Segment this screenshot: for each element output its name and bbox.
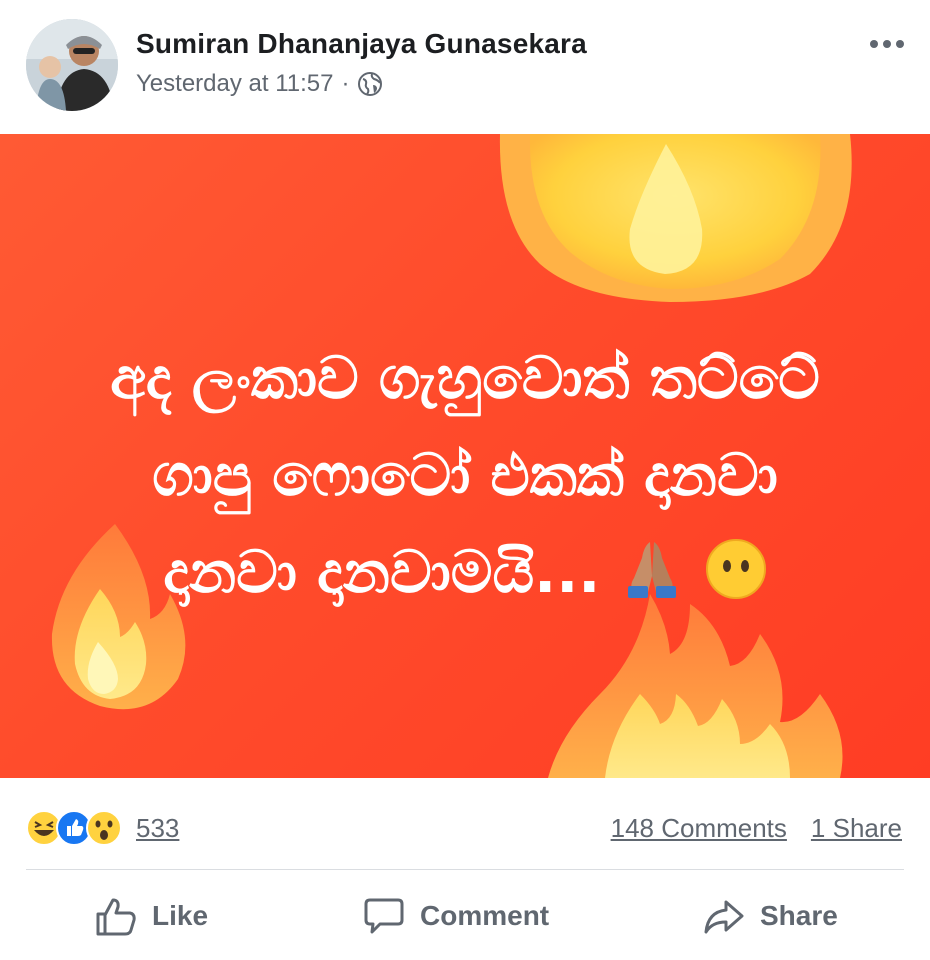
reactions-summary[interactable]: 533 bbox=[26, 808, 179, 848]
more-options-button[interactable] bbox=[870, 40, 904, 48]
avatar[interactable] bbox=[26, 19, 118, 111]
globe-icon bbox=[358, 72, 383, 96]
folded-hands-emoji bbox=[628, 542, 677, 598]
post-text-line: ගාපු ෆොටෝ එකක් දානවා bbox=[152, 441, 778, 509]
like-button[interactable]: Like bbox=[94, 880, 208, 952]
post-timestamp[interactable]: Yesterday at 11:57 bbox=[136, 70, 333, 98]
wow-reaction-icon bbox=[86, 810, 122, 846]
comment-bubble-icon bbox=[364, 898, 404, 934]
comment-button[interactable]: Comment bbox=[362, 880, 549, 952]
post-image[interactable]: අද ලංකාව ගැහුවොත් තට්ටේ ගාපු ෆොටෝ එකක් ද… bbox=[0, 134, 930, 778]
post-meta: Yesterday at 11:57 · bbox=[136, 70, 383, 98]
meta-separator: · bbox=[341, 70, 350, 97]
post-header: Sumiran Dhananjaya Gunasekara Yesterday … bbox=[0, 0, 930, 134]
share-label: Share bbox=[760, 900, 838, 931]
post-text-line-3: දානවා දානවාමයි... bbox=[0, 524, 930, 621]
share-button[interactable]: Share bbox=[702, 880, 838, 952]
post-text-line: අද ලංකාව ගැහුවොත් තට්ටේ bbox=[110, 344, 820, 412]
reaction-count[interactable]: 533 bbox=[136, 813, 179, 844]
avatar-photo bbox=[26, 19, 118, 111]
engagement-counts: 148 Comments 1 Share bbox=[611, 808, 902, 848]
post-text-line: දානවා දානවාමයි... bbox=[163, 538, 601, 606]
post-image-text: අද ලංකාව ගැහුවොත් තට්ටේ ගාපු ෆොටෝ එකක් ද… bbox=[0, 330, 930, 621]
reaction-icons bbox=[26, 810, 122, 846]
divider bbox=[26, 869, 904, 870]
comment-label: Comment bbox=[420, 900, 550, 931]
author-name[interactable]: Sumiran Dhananjaya Gunasekara bbox=[136, 28, 587, 60]
like-label: Like bbox=[152, 900, 209, 931]
face-without-mouth-emoji bbox=[705, 539, 766, 599]
more-horizontal-icon bbox=[870, 40, 878, 48]
comments-count-link[interactable]: 148 Comments bbox=[611, 813, 787, 844]
post-actions: Like Comment Share bbox=[0, 880, 930, 952]
thumbs-up-icon bbox=[96, 898, 136, 936]
shares-count-link[interactable]: 1 Share bbox=[811, 813, 902, 844]
share-arrow-icon bbox=[704, 900, 744, 934]
